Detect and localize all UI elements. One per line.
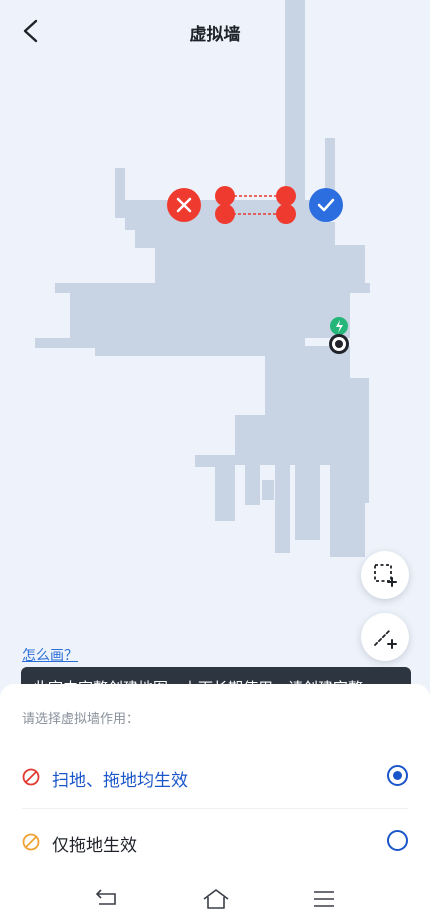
wall-handle[interactable] bbox=[215, 204, 235, 224]
radio-selected[interactable] bbox=[387, 765, 408, 786]
check-icon[interactable] bbox=[309, 188, 343, 222]
add-area-button[interactable] bbox=[361, 551, 409, 599]
charging-dock-icon bbox=[330, 317, 348, 335]
add-area-icon bbox=[374, 564, 397, 587]
nav-back-icon[interactable] bbox=[95, 888, 121, 910]
system-nav-bar bbox=[0, 876, 430, 921]
nav-menu-icon[interactable] bbox=[313, 888, 335, 910]
option-label: 仅拖地生效 bbox=[52, 836, 137, 856]
forbidden-icon bbox=[22, 833, 40, 855]
how-to-draw-link[interactable]: 怎么画？ bbox=[22, 645, 78, 665]
page-title: 虚拟墙 bbox=[189, 25, 241, 45]
sheet-prompt: 请选择虚拟墙作用： bbox=[22, 712, 140, 727]
wall-handle[interactable] bbox=[276, 186, 296, 206]
wall-handle[interactable] bbox=[276, 204, 296, 224]
nav-home-icon[interactable] bbox=[202, 888, 230, 910]
option-label: 扫地、拖地均生效 bbox=[52, 771, 188, 791]
wall-handle[interactable] bbox=[215, 186, 235, 206]
radio-unselected[interactable] bbox=[387, 830, 408, 851]
floor-area bbox=[35, 0, 370, 557]
forbidden-icon bbox=[22, 768, 40, 790]
top-bar: 虚拟墙 bbox=[0, 0, 430, 62]
close-icon[interactable] bbox=[167, 188, 201, 222]
add-wall-button[interactable] bbox=[361, 613, 409, 661]
divider bbox=[22, 808, 408, 809]
option-mop-only[interactable]: 仅拖地生效 bbox=[0, 812, 430, 874]
robot-icon bbox=[329, 334, 349, 354]
option-sweep-and-mop[interactable]: 扫地、拖地均生效 bbox=[0, 747, 430, 809]
add-line-icon bbox=[374, 630, 397, 649]
